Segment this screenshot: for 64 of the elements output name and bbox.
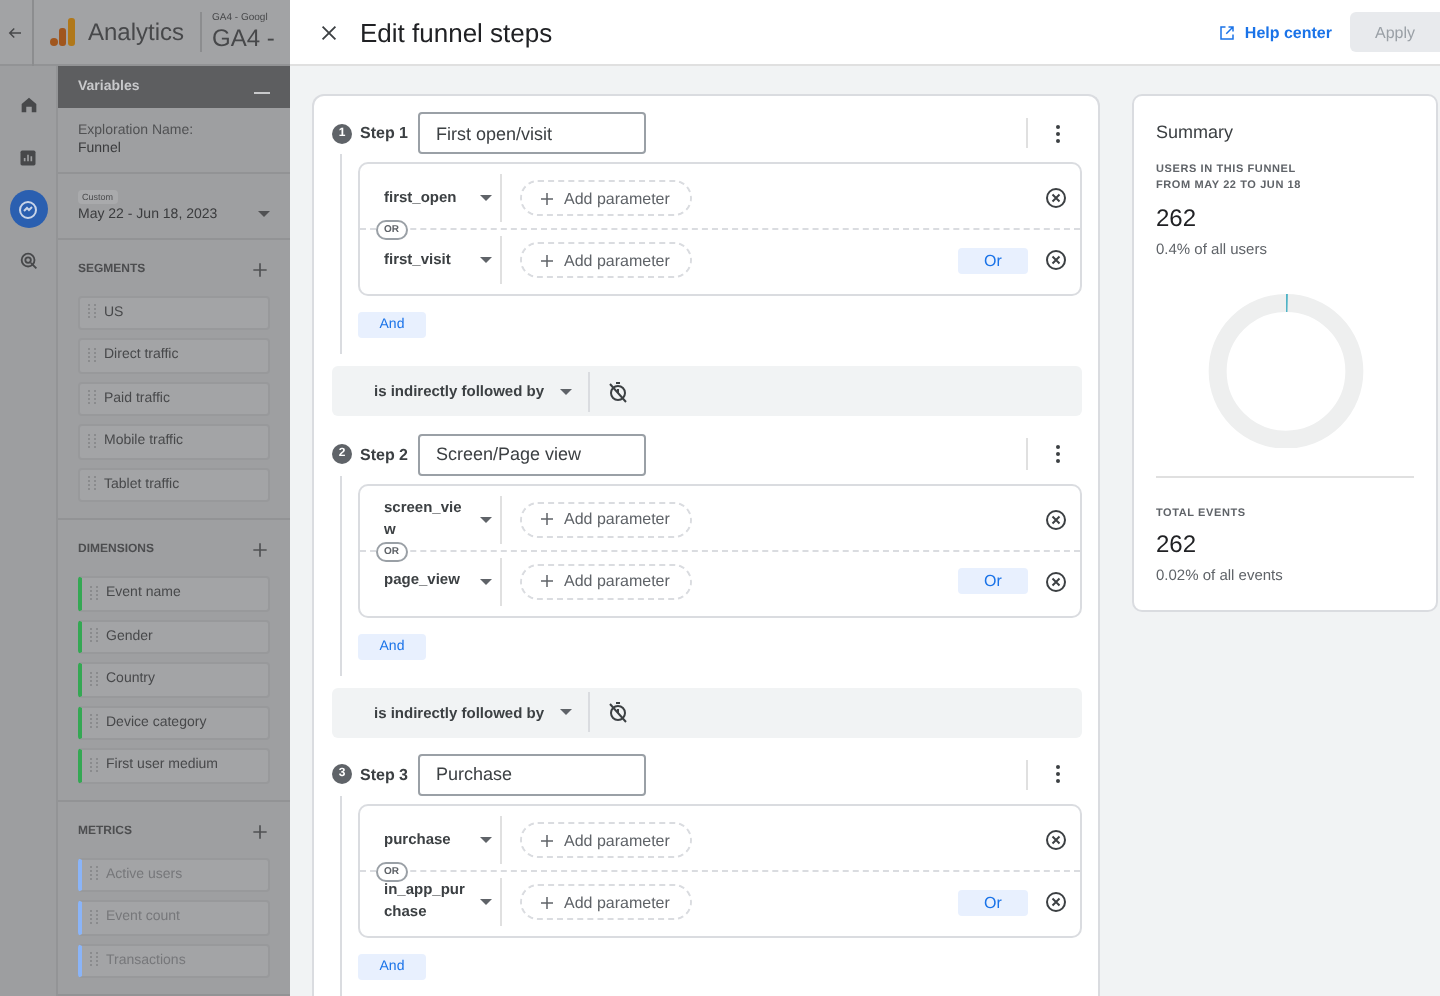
home-icon [17, 94, 39, 116]
logo-icon [50, 18, 76, 46]
minimize-icon[interactable] [254, 91, 270, 94]
add-parameter-button[interactable]: Add parameter [520, 501, 692, 538]
close-icon [318, 21, 340, 43]
caret-icon [560, 387, 573, 396]
caret-icon [480, 577, 492, 586]
caret-icon [480, 515, 492, 524]
users-value: 262 [1156, 203, 1199, 231]
close-circle-icon [1044, 507, 1068, 532]
close-circle-icon [1044, 890, 1068, 914]
remove-button[interactable] [1044, 507, 1068, 532]
or-button[interactable]: Or [958, 568, 1028, 595]
close-button[interactable] [318, 21, 340, 43]
close-circle-icon [1044, 569, 1068, 594]
or-button[interactable]: Or [958, 889, 1028, 915]
product-name: Analytics [88, 18, 185, 46]
target-cursor-icon [17, 250, 39, 272]
step-label: Step 2 [360, 445, 409, 463]
events-value: 262 [1156, 530, 1199, 558]
step-label: Step 3 [360, 765, 409, 784]
close-circle-icon [1044, 248, 1068, 273]
remove-button[interactable] [1044, 890, 1068, 914]
add-parameter-button[interactable]: Add parameter [520, 180, 692, 217]
close-circle-icon [1044, 828, 1068, 852]
plus-icon [538, 831, 556, 849]
caret-icon [480, 256, 492, 265]
or-button[interactable]: Or [958, 247, 1028, 274]
plus-icon [538, 893, 556, 911]
help-center-link[interactable]: Help center [1218, 23, 1332, 41]
nav-rail-button[interactable] [9, 190, 47, 228]
add-parameter-button[interactable]: Add parameter [520, 884, 692, 920]
plus-icon [538, 510, 556, 529]
timer-off-icon [606, 700, 631, 725]
property-name[interactable]: GA4 - [212, 24, 275, 52]
add-parameter-button[interactable]: Add parameter [520, 242, 692, 279]
dialog-title: Edit funnel steps [360, 17, 555, 47]
remove-button[interactable] [1044, 248, 1068, 273]
caret-icon [480, 836, 492, 844]
step-name-field[interactable]: First open/visit [418, 112, 647, 155]
step-name-field[interactable]: Screen/Page view [418, 433, 647, 475]
caret-icon [480, 194, 492, 203]
summary-title: Summary [1156, 122, 1236, 142]
plus-icon [538, 572, 556, 591]
caret-icon [560, 708, 573, 717]
remove-button[interactable] [1044, 569, 1068, 594]
remove-button[interactable] [1044, 828, 1068, 852]
caret-icon [480, 898, 492, 906]
plus-icon [250, 540, 270, 560]
external-link-icon [1218, 23, 1237, 41]
plus-icon [250, 259, 270, 279]
step-label: Step 1 [360, 124, 409, 143]
plus-icon [538, 251, 556, 270]
bar-chart-icon [18, 147, 38, 167]
plus-icon [250, 821, 270, 841]
caret-icon [258, 210, 270, 218]
add-parameter-button[interactable]: Add parameter [520, 822, 692, 858]
explore-icon [16, 197, 40, 221]
add-parameter-button[interactable]: Add parameter [520, 563, 692, 600]
timer-off-icon [606, 379, 631, 404]
close-circle-icon [1044, 186, 1068, 211]
step-name-field[interactable]: Purchase [418, 753, 647, 796]
plus-icon [538, 189, 556, 208]
remove-button[interactable] [1044, 186, 1068, 211]
